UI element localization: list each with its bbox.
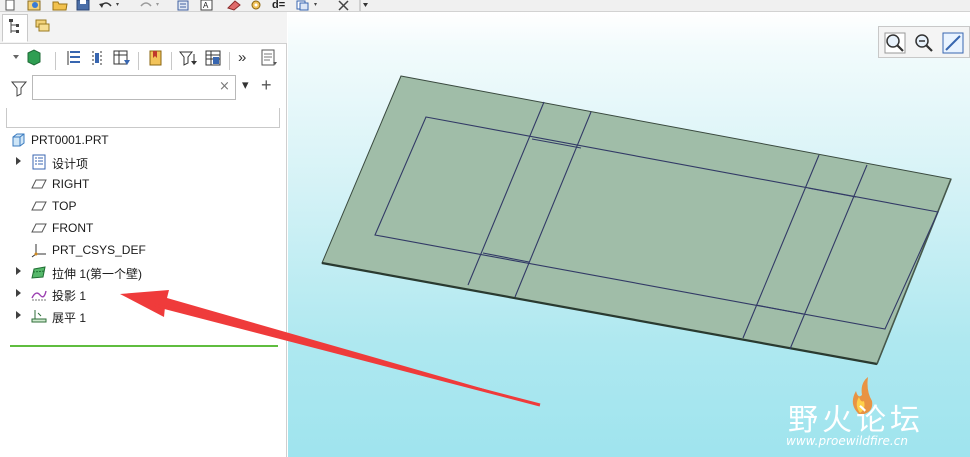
- search-dropdown-icon[interactable]: ▾: [242, 78, 249, 93]
- sort-filter-icon[interactable]: [178, 48, 198, 68]
- tree-item-flatten[interactable]: 展平 1: [0, 306, 286, 326]
- tree-search-input[interactable]: [32, 75, 236, 100]
- dimension-icon[interactable]: d=: [272, 0, 285, 11]
- tree-item-extrude[interactable]: 拉伸 1(第一个壁): [0, 262, 286, 282]
- open-icon[interactable]: [26, 0, 42, 11]
- more-icon[interactable]: [358, 0, 370, 11]
- filter-icon[interactable]: [10, 79, 28, 97]
- projected-curve-icon: [31, 290, 47, 301]
- watermark-title: 野火论坛: [788, 403, 924, 438]
- svg-text:A: A: [203, 1, 209, 10]
- tree-item-label: FRONT: [52, 221, 94, 235]
- toolbar-separator: [138, 52, 139, 70]
- model-tree-panel: » × ▾ + PRT0001.PRT 设计项 RIGHT TOP FRONT …: [0, 12, 287, 457]
- design-items-icon: [32, 154, 46, 170]
- model-tree-icon: [9, 19, 19, 33]
- add-filter-icon[interactable]: +: [261, 75, 272, 96]
- regenerate-icon[interactable]: [176, 0, 192, 11]
- undo-icon[interactable]: [98, 0, 122, 11]
- tree-root[interactable]: PRT0001.PRT: [0, 130, 286, 150]
- table-icon[interactable]: [203, 48, 223, 68]
- expand-arrow-icon[interactable]: [16, 267, 21, 275]
- tree-item-top[interactable]: TOP: [0, 196, 286, 216]
- tree-item-right[interactable]: RIGHT: [0, 174, 286, 194]
- columns-icon[interactable]: [88, 48, 108, 68]
- tree-item-label: 展平 1: [52, 311, 87, 325]
- copy-icon[interactable]: [296, 0, 324, 11]
- tree-item-label: RIGHT: [52, 177, 90, 191]
- redo-icon[interactable]: [138, 0, 162, 11]
- new-icon[interactable]: [4, 0, 16, 11]
- toolbar-separator: [229, 52, 230, 70]
- tree-item-label: TOP: [52, 199, 77, 213]
- expand-arrow-icon[interactable]: [16, 157, 21, 165]
- tree-item-csys[interactable]: PRT_CSYS_DEF: [0, 240, 286, 260]
- flatten-icon: [31, 310, 47, 323]
- close-window-icon[interactable]: [336, 0, 352, 11]
- settings-icon[interactable]: [248, 0, 266, 11]
- save-icon[interactable]: [76, 0, 90, 11]
- datum-plane-icon: [31, 179, 47, 189]
- filter-table-icon[interactable]: [112, 48, 132, 68]
- watermark-url: www.proewildfire.cn: [786, 434, 908, 448]
- tree-item-projection[interactable]: 投影 1: [0, 284, 286, 304]
- tree-header-row: [6, 108, 280, 128]
- tree-item-front[interactable]: FRONT: [0, 218, 286, 238]
- datum-plane-icon: [31, 223, 47, 233]
- part-icon: [12, 133, 25, 147]
- clear-search-icon[interactable]: ×: [219, 79, 230, 94]
- layers-icon: [35, 19, 50, 32]
- tree-search-row: × ▾ +: [0, 74, 287, 102]
- tree-list-icon[interactable]: [64, 48, 84, 68]
- expand-arrow-icon[interactable]: [16, 311, 21, 319]
- open-folder-icon[interactable]: [52, 0, 68, 11]
- csys-icon: [31, 244, 46, 258]
- expand-arrow-icon[interactable]: [16, 289, 21, 297]
- toolbar-separator: [55, 52, 56, 70]
- model-tree-tab[interactable]: [2, 14, 28, 42]
- eraser-icon[interactable]: [226, 0, 242, 11]
- more-options-icon[interactable]: »: [238, 49, 258, 69]
- bookmark-icon[interactable]: [146, 48, 166, 68]
- tree-item-label: 设计项: [52, 157, 89, 171]
- text-icon[interactable]: A: [200, 0, 214, 11]
- layers-tab[interactable]: [30, 14, 56, 42]
- notes-icon[interactable]: [259, 48, 279, 68]
- forum-watermark: 野火论坛 www.proewildfire.cn: [780, 373, 970, 457]
- insert-here-marker[interactable]: [10, 345, 278, 347]
- toolbar-separator: [171, 52, 172, 70]
- tree-item-label: PRT_CSYS_DEF: [52, 243, 146, 257]
- tree-item-label: 投影 1: [52, 289, 87, 303]
- tree-item-label: 拉伸 1(第一个壁): [52, 267, 143, 281]
- quick-access-toolbar: A d=: [0, 0, 970, 12]
- show-icon[interactable]: [12, 48, 42, 68]
- tree-item-design-items[interactable]: 设计项: [0, 152, 286, 172]
- model-tree-toolbar: »: [0, 44, 287, 72]
- extrude-wall-icon: [31, 266, 46, 279]
- datum-plane-icon: [31, 201, 47, 211]
- panel-tab-strip: [0, 12, 287, 44]
- tree-root-label: PRT0001.PRT: [31, 133, 109, 147]
